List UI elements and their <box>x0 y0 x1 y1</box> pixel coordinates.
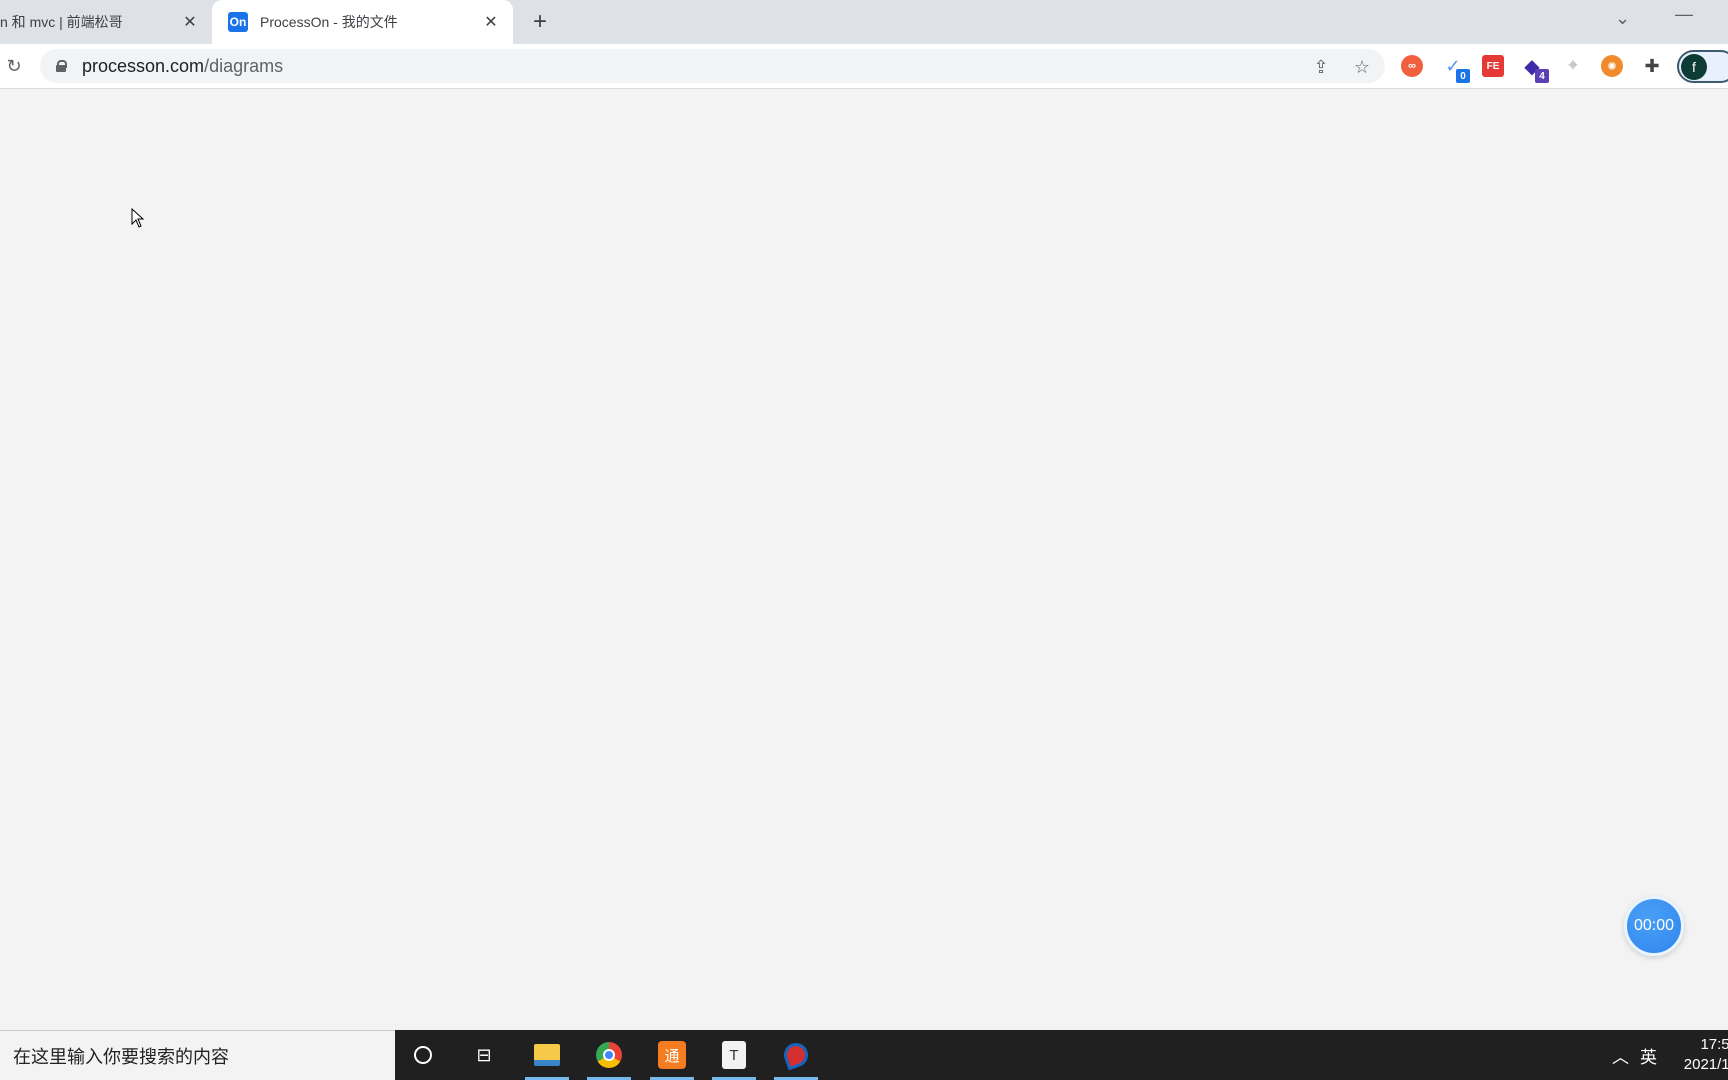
lock-icon[interactable] <box>56 60 67 72</box>
tab-bar: n 和 mvc | 前端松哥 ✕ On ProcessOn - 我的文件 ✕ +… <box>0 0 1728 44</box>
ime-indicator[interactable]: 英 <box>1640 1030 1657 1080</box>
file-explorer-icon[interactable] <box>525 1039 569 1080</box>
infinity-extension-icon[interactable]: ∞ <box>1401 55 1423 77</box>
tab-title: n 和 mvc | 前端松哥 <box>0 14 123 30</box>
url-domain: processon.com <box>82 55 205 76</box>
tab-active[interactable]: On ProcessOn - 我的文件 ✕ <box>212 0 513 44</box>
clock-time: 17:56 <box>1700 1036 1728 1053</box>
extensions-puzzle-icon[interactable]: ✚ <box>1641 55 1663 77</box>
new-tab-button[interactable]: + <box>526 8 554 36</box>
search-placeholder: 在这里输入你要搜索的内容 <box>13 1046 229 1067</box>
tab-inactive[interactable]: n 和 mvc | 前端松哥 ✕ <box>0 0 212 44</box>
processon-favicon-icon: On <box>228 12 248 32</box>
mouse-cursor-icon <box>131 208 145 228</box>
cursor-extension-icon[interactable]: ⌖ <box>1562 55 1584 77</box>
profile-button[interactable]: f <box>1677 50 1728 83</box>
browser-toolbar: ↻ processon.com/diagrams ⇪ ☆ ∞ ✓ 0 FE ◆ 4 … <box>0 44 1728 89</box>
timer-text: 00:00 <box>1633 917 1675 934</box>
badge: 4 <box>1535 69 1549 83</box>
fe-extension-icon[interactable]: FE <box>1482 55 1504 77</box>
timer-widget[interactable]: 00:00 <box>1624 896 1684 956</box>
todo-extension-icon[interactable]: ✓ 0 <box>1442 55 1470 83</box>
url-text[interactable]: processon.com/diagrams <box>82 56 283 77</box>
badge: 0 <box>1456 69 1470 83</box>
tab-search-chevron-icon[interactable]: ⌄ <box>1615 8 1630 29</box>
url-path: /diagrams <box>204 55 284 76</box>
orange-app-icon[interactable]: 通 <box>650 1039 694 1080</box>
task-view-icon[interactable]: ⊟ <box>468 1039 500 1071</box>
ext-symbol: ✺ <box>1607 60 1617 73</box>
ext-symbol: ⌖ <box>1568 57 1578 74</box>
ext-symbol: ∞ <box>1408 60 1416 72</box>
close-tab-icon[interactable]: ✕ <box>479 10 503 34</box>
share-icon[interactable]: ⇪ <box>1310 56 1332 78</box>
stack-extension-icon[interactable]: ◆ 4 <box>1521 55 1549 83</box>
taskbar-search-input[interactable]: 在这里输入你要搜索的内容 <box>0 1030 395 1080</box>
orange-extension-icon[interactable]: ✺ <box>1601 55 1623 77</box>
cortana-icon[interactable] <box>407 1039 439 1071</box>
taskbar: 在这里输入你要搜索的内容 ⊟ 通 T ︿ 英 17:56 2021/12 <box>0 1030 1728 1080</box>
chrome-icon[interactable] <box>587 1039 631 1080</box>
tray-expand-icon[interactable]: ︿ <box>1612 1030 1629 1080</box>
ime-text: 英 <box>1640 1047 1657 1067</box>
close-tab-icon[interactable]: ✕ <box>178 10 202 34</box>
clock-date: 2021/12 <box>1683 1056 1728 1073</box>
reload-icon[interactable]: ↻ <box>2 54 26 78</box>
address-bar[interactable]: processon.com/diagrams ⇪ ☆ <box>40 49 1385 83</box>
tab-title: ProcessOn - 我的文件 <box>260 14 398 30</box>
red-blue-app-icon[interactable] <box>774 1039 818 1080</box>
clock[interactable]: 17:56 2021/12 <box>1668 1035 1728 1075</box>
bookmark-star-icon[interactable]: ☆ <box>1351 56 1373 78</box>
minimize-button[interactable]: — <box>1675 4 1693 25</box>
avatar: f <box>1681 54 1707 80</box>
typora-icon[interactable]: T <box>712 1039 756 1080</box>
ext-symbol: FE <box>1486 60 1500 72</box>
page-content <box>0 89 1728 1030</box>
